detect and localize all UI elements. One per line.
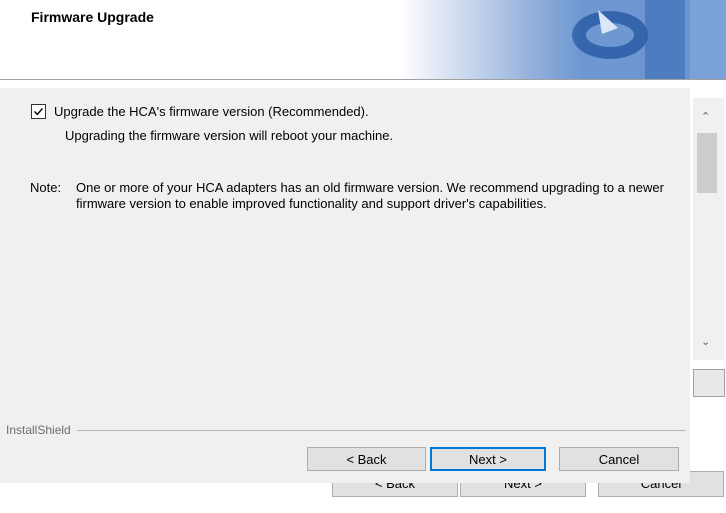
- page-title: Firmware Upgrade: [31, 9, 154, 25]
- banner-divider: [0, 79, 726, 80]
- installshield-footer: InstallShield: [0, 422, 690, 438]
- footer-divider: [76, 429, 686, 431]
- note-label: Note:: [30, 180, 62, 195]
- scroll-up-arrow-icon[interactable]: ⌃: [701, 111, 710, 123]
- upgrade-firmware-checkbox[interactable]: [31, 104, 46, 119]
- upgrade-option-label: Upgrade the HCA's firmware version (Reco…: [54, 104, 369, 119]
- back-button[interactable]: < Back: [307, 447, 426, 471]
- upgrade-option-row[interactable]: Upgrade the HCA's firmware version (Reco…: [31, 104, 369, 119]
- dialog-content: Upgrade the HCA's firmware version (Reco…: [0, 88, 690, 388]
- background-scroll-thumb[interactable]: [697, 133, 717, 193]
- checkmark-icon: [34, 108, 44, 116]
- note-text: One or more of your HCA adapters has an …: [76, 180, 664, 211]
- header-banner: Firmware Upgrade: [0, 0, 726, 80]
- next-button[interactable]: Next >: [430, 447, 546, 471]
- installshield-label: InstallShield: [6, 423, 71, 437]
- firmware-upgrade-dialog: Upgrade the HCA's firmware version (Reco…: [0, 88, 690, 483]
- scroll-down-arrow-icon[interactable]: ⌄: [701, 336, 710, 348]
- note-block: Note: One or more of your HCA adapters h…: [30, 180, 666, 212]
- cancel-button[interactable]: Cancel: [559, 447, 679, 471]
- reboot-warning-text: Upgrading the firmware version will rebo…: [65, 128, 394, 143]
- background-panel-box: [693, 369, 725, 397]
